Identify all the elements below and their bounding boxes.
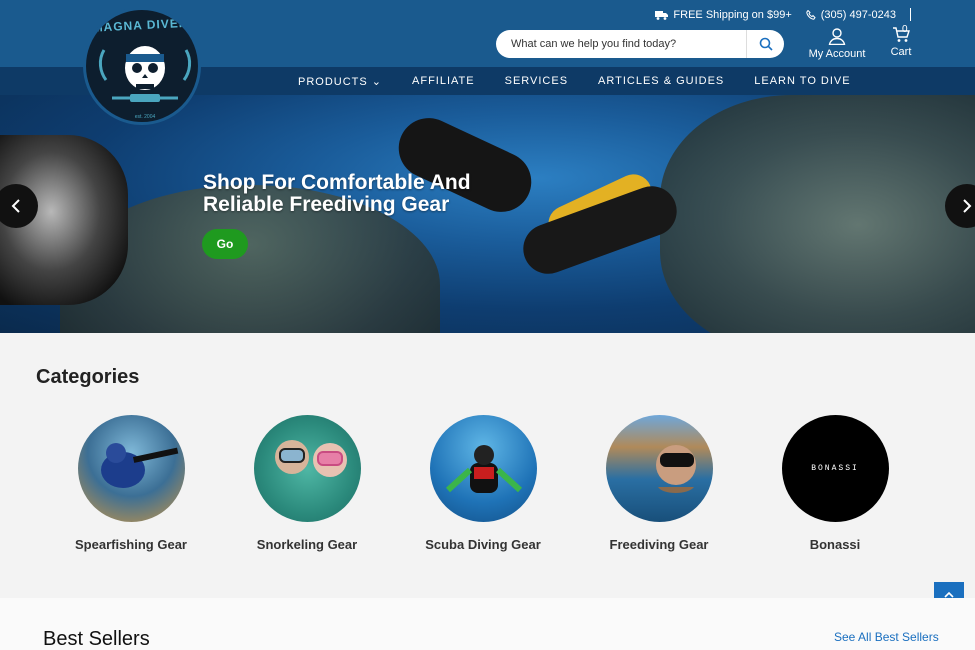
- category-spearfishing[interactable]: Spearfishing Gear: [56, 415, 206, 552]
- category-label: Freediving Gear: [609, 537, 709, 552]
- category-scuba-diving[interactable]: Scuba Diving Gear: [408, 415, 558, 552]
- utility-bar: FREE Shipping on $99+ (305) 497-0243: [655, 8, 911, 21]
- phone-icon: [806, 9, 816, 20]
- nav-affiliate[interactable]: AFFILIATE: [412, 75, 475, 88]
- hero-headline: Shop For Comfortable And Reliable Freedi…: [203, 172, 471, 216]
- hero-headline-line1: Shop For Comfortable And: [203, 171, 471, 194]
- categories-title: Categories: [36, 366, 140, 388]
- nav-products-label: PRODUCTS: [298, 76, 368, 88]
- cart-link[interactable]: 0 Cart: [886, 24, 916, 58]
- hero-headline-line2: Reliable Freediving Gear: [203, 193, 450, 216]
- site-logo[interactable]: MAGNA DIVERS est. 2004: [83, 7, 201, 125]
- bonassi-logo-text: BONASSI: [811, 464, 859, 473]
- category-label: Scuba Diving Gear: [425, 537, 541, 552]
- phone-link[interactable]: (305) 497-0243: [806, 9, 896, 21]
- snorkeling-photo: [253, 415, 361, 522]
- shipping-notice[interactable]: FREE Shipping on $99+: [655, 8, 792, 21]
- hero-banner: Shop For Comfortable And Reliable Freedi…: [0, 95, 975, 333]
- search-icon: [759, 37, 773, 51]
- chevron-down-icon: ⌄: [371, 76, 383, 88]
- skull-diver-logo-icon: est. 2004: [98, 46, 192, 120]
- chevron-left-icon: [11, 199, 20, 213]
- chevron-right-icon: [963, 199, 972, 213]
- user-icon: [828, 28, 846, 46]
- category-label: Bonassi: [809, 537, 861, 552]
- reef-right-image: [660, 95, 975, 333]
- category-label: Spearfishing Gear: [75, 537, 187, 552]
- my-account-label: My Account: [808, 48, 866, 60]
- category-bonassi[interactable]: BONASSI Bonassi: [760, 415, 910, 552]
- see-all-best-sellers-link[interactable]: See All Best Sellers: [834, 630, 939, 644]
- bonassi-logo: BONASSI: [781, 415, 889, 522]
- best-sellers-section: Best Sellers See All Best Sellers: [0, 598, 975, 650]
- shipping-text: FREE Shipping on $99+: [673, 8, 792, 21]
- hero-go-button[interactable]: Go: [202, 229, 248, 259]
- search-input[interactable]: [496, 38, 744, 50]
- utility-divider: [910, 8, 911, 21]
- scuba-photo: [429, 415, 537, 522]
- search-button[interactable]: [746, 30, 784, 58]
- cart-count: 0: [902, 24, 908, 35]
- nav-products[interactable]: PRODUCTS ⌄: [298, 75, 382, 88]
- category-label: Snorkeling Gear: [256, 537, 358, 552]
- phone-number: (305) 497-0243: [820, 8, 896, 21]
- best-sellers-title: Best Sellers: [43, 628, 150, 650]
- freediving-photo: [605, 415, 713, 522]
- truck-icon: [655, 10, 669, 20]
- my-account-link[interactable]: My Account: [808, 28, 866, 60]
- category-snorkeling[interactable]: Snorkeling Gear: [232, 415, 382, 552]
- nav-learn-to-dive[interactable]: LEARN TO DIVE: [754, 75, 850, 88]
- cart-label: Cart: [890, 46, 912, 58]
- category-freediving[interactable]: Freediving Gear: [584, 415, 734, 552]
- svg-text:est. 2004: est. 2004: [135, 114, 156, 120]
- nav-articles-guides[interactable]: ARTICLES & GUIDES: [598, 75, 724, 88]
- search-bar: [496, 30, 784, 58]
- nav-services[interactable]: SERVICES: [505, 75, 568, 88]
- spearfishing-photo: [77, 415, 185, 522]
